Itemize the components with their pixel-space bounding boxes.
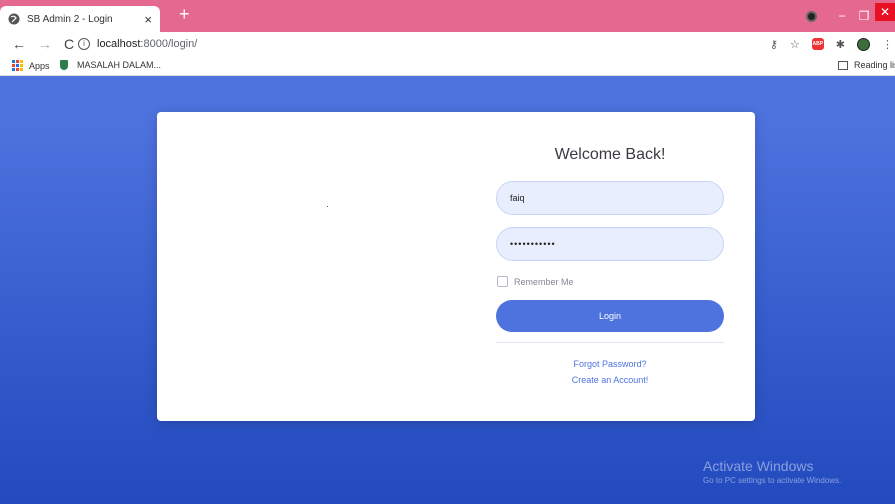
reading-list-icon — [838, 60, 848, 70]
maximize-icon[interactable]: ❐ — [853, 9, 875, 23]
reading-list-label: Reading lis — [854, 60, 895, 70]
url-path: :8000/login/ — [140, 38, 198, 50]
bookmark-apps[interactable]: Apps — [12, 60, 50, 71]
divider — [496, 342, 724, 343]
page-title: Welcome Back! — [554, 146, 666, 163]
bookmarks-bar: Apps MASALAH DALAM... Reading lis — [0, 56, 895, 76]
tab-title: SB Admin 2 - Login — [27, 13, 113, 25]
bookmark-masalah[interactable]: MASALAH DALAM... — [60, 60, 161, 70]
username-input[interactable] — [496, 181, 724, 215]
bookmark-apps-label: Apps — [29, 60, 50, 71]
profile-icon[interactable] — [806, 10, 817, 22]
login-card: Welcome Back! Remember Me Login Forgot P… — [157, 112, 755, 421]
apps-grid-icon — [12, 60, 23, 71]
star-icon[interactable]: ☆ — [790, 38, 800, 51]
shield-icon — [60, 60, 68, 70]
globe-icon — [8, 13, 20, 25]
window-close-icon[interactable]: ✕ — [875, 3, 895, 21]
login-page-background: Welcome Back! Remember Me Login Forgot P… — [0, 76, 895, 504]
create-account-link[interactable]: Create an Account! — [496, 375, 724, 385]
browser-tab[interactable]: SB Admin 2 - Login × — [0, 6, 160, 32]
info-icon[interactable]: i — [78, 38, 90, 50]
minimize-icon[interactable]: − — [831, 9, 853, 23]
browser-toolbar: ← → C i localhost:8000/login/ ⚷ ☆ ABP ✱ … — [0, 32, 895, 56]
back-arrow-icon[interactable]: ← — [12, 37, 26, 51]
new-tab-button[interactable]: + — [179, 5, 190, 23]
url-host: localhost — [97, 38, 141, 50]
bookmark-masalah-label: MASALAH DALAM... — [77, 60, 162, 70]
adblock-icon[interactable]: ABP — [811, 38, 824, 50]
remember-checkbox[interactable] — [497, 276, 508, 287]
password-input[interactable] — [496, 227, 724, 261]
remember-label: Remember Me — [514, 276, 574, 287]
address-bar[interactable]: i localhost:8000/login/ — [78, 34, 778, 54]
login-button[interactable]: Login — [496, 300, 724, 332]
activation-watermark: Activate Windows Go to PC settings to ac… — [703, 458, 841, 485]
browser-tabstrip: SB Admin 2 - Login × + − ❐ ✕ — [0, 0, 895, 32]
menu-dots-icon[interactable]: ⋮ — [882, 38, 893, 51]
forgot-password-link[interactable]: Forgot Password? — [496, 359, 724, 369]
remember-me[interactable]: Remember Me — [497, 276, 574, 287]
watermark-subtitle: Go to PC settings to activate Windows. — [703, 476, 842, 485]
toolbar-actions: ⚷ ☆ ABP ✱ ⋮ — [770, 32, 895, 56]
window-controls: − ❐ ✕ — [806, 0, 895, 32]
avatar[interactable] — [857, 37, 870, 51]
key-icon[interactable]: ⚷ — [770, 38, 778, 51]
forward-arrow-icon[interactable]: → — [38, 37, 52, 51]
watermark-title: Activate Windows — [703, 458, 814, 474]
reading-list[interactable]: Reading lis — [838, 60, 895, 70]
image-placeholder — [327, 206, 328, 207]
reload-icon[interactable]: C — [64, 37, 74, 51]
tab-close-icon[interactable]: × — [144, 13, 152, 26]
puzzle-icon[interactable]: ✱ — [836, 38, 845, 51]
